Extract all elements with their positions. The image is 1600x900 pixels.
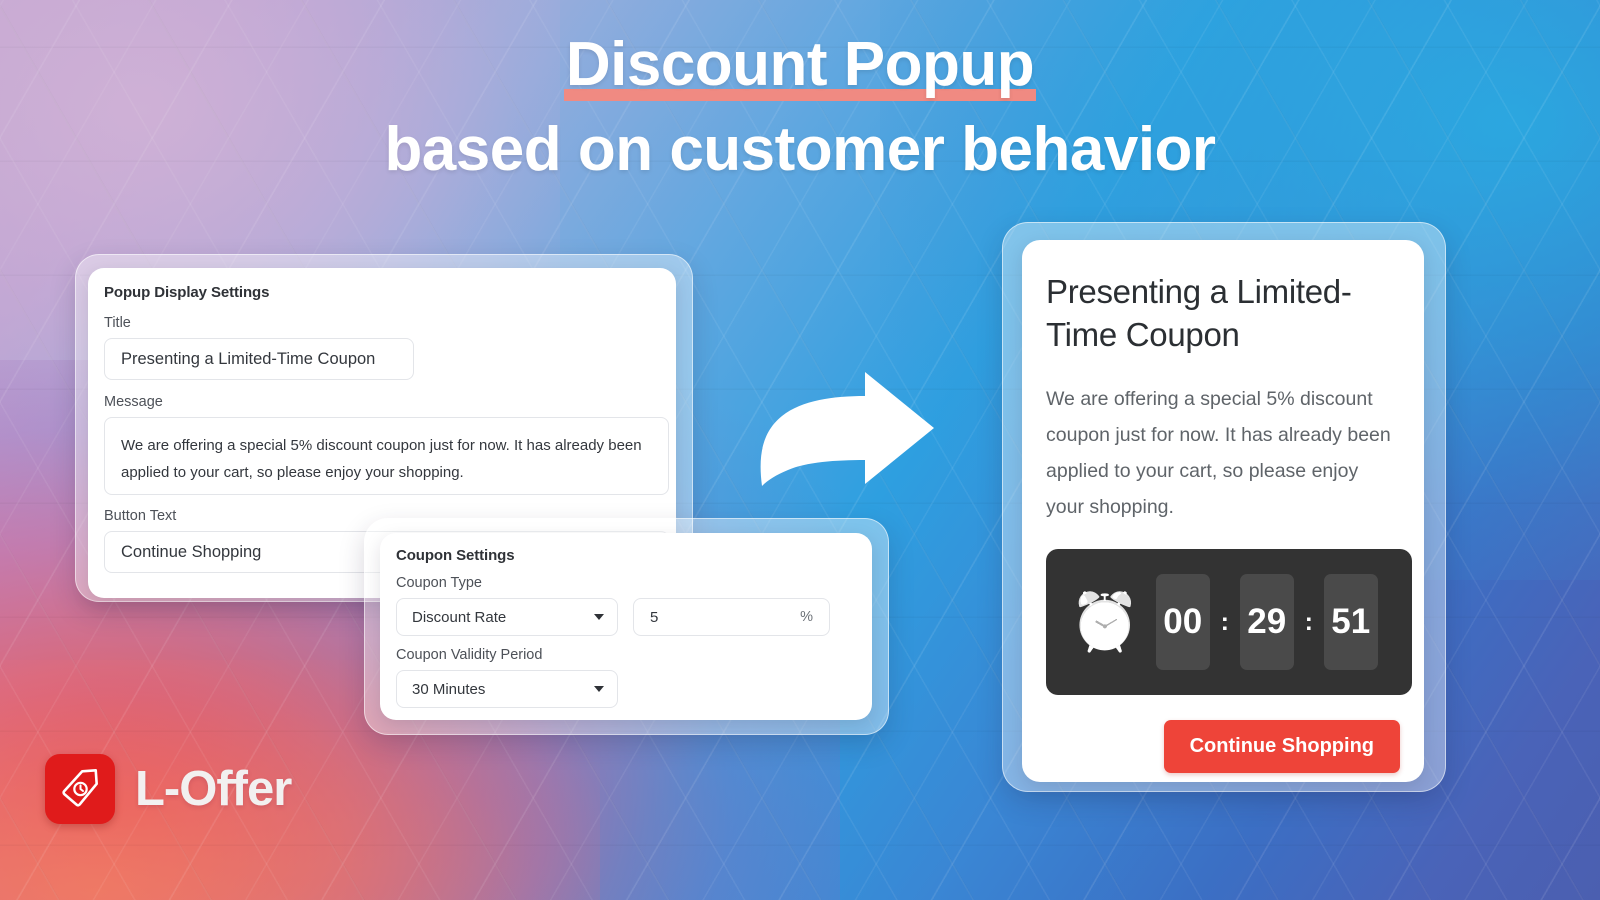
countdown-hours: 00 [1155, 574, 1210, 670]
countdown-separator-1: : [1220, 607, 1229, 636]
message-textarea-value: We are offering a special 5% discount co… [121, 437, 642, 481]
page-title: Discount Popup based on customer behavio… [0, 22, 1600, 192]
discount-amount-value: 5 [650, 608, 659, 626]
chevron-down-icon [594, 686, 604, 692]
percent-unit-label: % [800, 609, 813, 625]
countdown-minutes: 29 [1239, 574, 1294, 670]
coupon-type-label: Coupon Type [396, 575, 482, 591]
headline-line-2: based on customer behavior [384, 115, 1216, 184]
flow-arrow [752, 370, 938, 493]
headline-highlight: Discount Popup [563, 22, 1037, 107]
promo-banner: Discount Popup based on customer behavio… [0, 0, 1600, 900]
alarm-clock-icon: ⏰ [1070, 590, 1140, 653]
validity-period-select[interactable]: 30 Minutes [396, 670, 618, 708]
continue-shopping-button[interactable]: Continue Shopping [1163, 720, 1400, 773]
headline-line-1: Discount Popup [0, 22, 1600, 107]
message-field-label: Message [104, 394, 163, 410]
coupon-type-select[interactable]: Discount Rate [396, 598, 618, 636]
coupon-settings-title: Coupon Settings [396, 547, 515, 564]
chevron-down-icon [594, 614, 604, 620]
brand-name: L-Offer [135, 762, 292, 816]
display-settings-title: Popup Display Settings [104, 284, 270, 301]
validity-period-label: Coupon Validity Period [396, 647, 543, 663]
title-input-value: Presenting a Limited-Time Coupon [121, 349, 376, 368]
coupon-type-value: Discount Rate [412, 608, 507, 626]
discount-amount-input[interactable]: 5 % [633, 598, 830, 636]
countdown-timer: ⏰ 00 : 29 : 51 [1046, 549, 1412, 695]
logo-mark [45, 754, 115, 824]
message-textarea[interactable]: We are offering a special 5% discount co… [104, 417, 669, 495]
popup-preview-message: We are offering a special 5% discount co… [1046, 388, 1391, 518]
countdown-separator-2: : [1304, 607, 1313, 636]
validity-period-value: 30 Minutes [412, 680, 486, 698]
button-text-input-value: Continue Shopping [121, 542, 262, 561]
price-tag-clock-icon [62, 769, 98, 807]
popup-preview-card: Presenting a Limited-Time Coupon We are … [1022, 240, 1424, 782]
coupon-settings-panel: Coupon Settings Coupon Type Discount Rat… [380, 533, 872, 720]
countdown-seconds: 51 [1323, 574, 1378, 670]
title-field-label: Title [104, 315, 131, 331]
popup-preview-title: Presenting a Limited-Time Coupon [1046, 273, 1352, 353]
title-input[interactable]: Presenting a Limited-Time Coupon [104, 338, 414, 380]
brand-logo: L-Offer [45, 754, 292, 824]
curved-right-arrow-icon [760, 372, 934, 486]
